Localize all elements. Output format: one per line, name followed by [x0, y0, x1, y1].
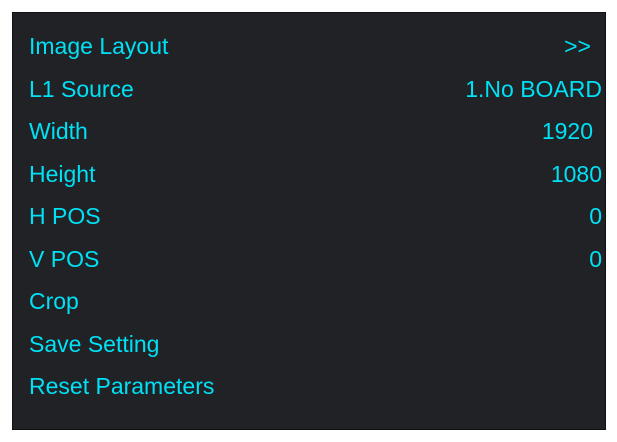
menu-item-value: 1920 [541, 118, 593, 144]
menu-item-width[interactable]: Width 1920 [13, 116, 605, 159]
menu-item-value: 1.No BOARD [465, 75, 602, 102]
settings-menu: Image Layout >> L1 Source 1.No BOARD Wid… [13, 31, 605, 414]
menu-item-value: 0 [589, 245, 602, 272]
menu-item-reset-parameters[interactable]: Reset Parameters [13, 371, 605, 414]
menu-item-label: V POS [29, 245, 100, 272]
menu-item-height[interactable]: Height 1080 [13, 159, 605, 202]
menu-item-label: Crop [29, 288, 79, 314]
menu-item-label: Save Setting [29, 330, 160, 357]
menu-screen: Image Layout >> L1 Source 1.No BOARD Wid… [12, 12, 606, 430]
menu-item-image-layout[interactable]: Image Layout >> [13, 31, 605, 74]
menu-item-label: Image Layout [29, 33, 169, 59]
menu-item-h-pos[interactable]: H POS 0 [13, 201, 605, 244]
menu-item-v-pos[interactable]: V POS 0 [13, 244, 605, 287]
menu-item-value: 0 [589, 203, 602, 229]
menu-item-l1-source[interactable]: L1 Source 1.No BOARD [13, 74, 605, 117]
menu-item-label: Reset Parameters [29, 373, 215, 399]
menu-item-crop[interactable]: Crop [13, 286, 605, 329]
menu-item-label: Width [29, 118, 88, 144]
menu-item-label: Height [29, 160, 96, 187]
menu-item-label: H POS [29, 203, 101, 229]
menu-item-label: L1 Source [29, 75, 134, 102]
submenu-arrow: >> [564, 33, 591, 59]
menu-item-save-setting[interactable]: Save Setting [13, 329, 605, 372]
menu-item-value: 1080 [550, 160, 602, 187]
